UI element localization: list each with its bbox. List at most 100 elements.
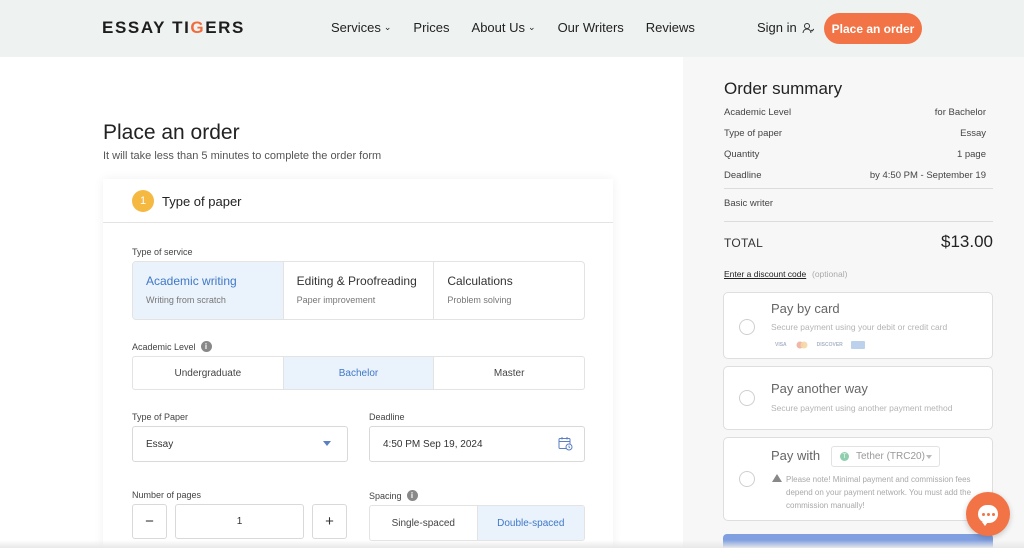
warning-icon <box>772 474 782 482</box>
site-header: ESSAY TIGERS Services ⌄ Prices About Us ⌄ … <box>0 0 1024 57</box>
caret-down-icon <box>926 455 932 459</box>
summary-writer-label: Basic writer <box>724 198 774 209</box>
type-of-paper-select[interactable]: Essay <box>132 426 348 462</box>
summary-row: Deadline by 4:50 PM - September 19 <box>724 170 986 181</box>
page-title: Place an order <box>103 121 240 144</box>
pay-another-way-option[interactable]: Pay another way Secure payment using ano… <box>723 366 993 430</box>
summary-row-value: 1 page <box>956 149 986 160</box>
pay-by-card-title: Pay by card <box>771 301 840 316</box>
discount-optional-note: (optional) <box>812 269 848 279</box>
pages-decrement-button[interactable]: − <box>132 504 167 539</box>
service-academic-writing[interactable]: Academic writing Writing from scratch <box>133 262 284 319</box>
spacing-label-text: Spacing <box>369 490 402 501</box>
spacing-selector: Single-spaced Double-spaced <box>369 505 585 541</box>
level-bachelor[interactable]: Bachelor <box>283 357 435 389</box>
service-title: Calculations <box>447 274 513 288</box>
step-title: Type of paper <box>162 194 242 209</box>
deadline-value: 4:50 PM Sep 19, 2024 <box>383 438 483 450</box>
pay-with-crypto-radio[interactable] <box>739 471 755 487</box>
pay-another-way-subtitle: Secure payment using another payment met… <box>771 403 953 413</box>
pay-by-card-subtitle: Secure payment using your debit or credi… <box>771 322 948 332</box>
page-subtitle: It will take less than 5 minutes to comp… <box>103 150 382 162</box>
pay-another-way-radio[interactable] <box>739 390 755 406</box>
type-of-service-label: Type of service <box>132 247 193 257</box>
nav-about-label: About Us <box>471 20 526 35</box>
spacing-label: Spacing i <box>369 490 418 501</box>
logo-text-1: ESSAY TI <box>102 18 191 37</box>
nav-services[interactable]: Services ⌄ <box>331 20 391 35</box>
info-icon[interactable]: i <box>406 490 418 501</box>
service-type-selector: Academic writing Writing from scratch Ed… <box>132 261 585 320</box>
pages-increment-button[interactable]: + <box>312 504 347 539</box>
summary-row-label: Type of paper <box>724 128 783 139</box>
discount-code-link[interactable]: Enter a discount code <box>724 269 806 279</box>
academic-level-label: Academic Level i <box>132 341 212 352</box>
pages-label: Number of pages <box>132 490 202 500</box>
step-header: 1 Type of paper <box>103 179 613 223</box>
card-logos: VISA DISCOVER <box>775 341 865 349</box>
service-calculations[interactable]: Calculations Problem solving <box>434 262 584 319</box>
nav-about-us[interactable]: About Us ⌄ <box>472 20 536 35</box>
pay-another-way-title: Pay another way <box>771 381 868 396</box>
level-master[interactable]: Master <box>434 357 584 389</box>
service-subtitle: Paper improvement <box>296 295 376 305</box>
tether-icon: T <box>840 452 849 461</box>
discover-icon: DISCOVER <box>816 342 843 348</box>
main-nav: Services ⌄ Prices About Us ⌄ Our Writers R… <box>331 20 717 35</box>
summary-row: Academic Level for Bachelor <box>724 107 986 118</box>
summary-row-value: for Bachelor <box>934 107 986 118</box>
bottom-fade <box>0 540 1024 548</box>
deadline-picker[interactable]: 4:50 PM Sep 19, 2024 <box>369 426 585 462</box>
chevron-down-icon: ⌄ <box>383 22 392 32</box>
service-editing-proofreading[interactable]: Editing & Proofreading Paper improvement <box>284 262 435 319</box>
place-order-button[interactable]: Place an order <box>824 13 922 44</box>
calendar-icon[interactable] <box>558 436 573 451</box>
service-subtitle: Problem solving <box>447 295 512 305</box>
mastercard-icon <box>796 341 808 349</box>
order-form-card: 1 Type of paper Type of service Academic… <box>103 179 613 548</box>
total-label: TOTAL <box>724 236 764 250</box>
academic-level-label-text: Academic Level <box>132 341 196 352</box>
visa-icon: VISA <box>775 342 787 348</box>
user-icon <box>802 22 814 33</box>
caret-down-icon <box>323 441 331 446</box>
chevron-down-icon: ⌄ <box>528 22 536 32</box>
logo-text-accent: G <box>190 18 206 37</box>
chat-launcher-button[interactable] <box>966 492 1010 536</box>
nav-our-writers[interactable]: Our Writers <box>558 20 624 35</box>
nav-reviews-label: Reviews <box>645 20 695 35</box>
pay-with-crypto-option[interactable]: Pay with T Tether (TRC20) Please note! M… <box>723 437 993 521</box>
nav-reviews[interactable]: Reviews <box>646 20 695 35</box>
pay-by-card-option[interactable]: Pay by card Secure payment using your de… <box>723 292 993 359</box>
nav-prices[interactable]: Prices <box>413 20 449 35</box>
order-summary-title: Order summary <box>724 79 843 98</box>
summary-writer: Basic writer <box>724 198 986 209</box>
sign-in-link[interactable]: Sign in <box>757 20 814 35</box>
summary-row: Type of paper Essay <box>724 128 986 139</box>
summary-row-label: Deadline <box>724 170 762 181</box>
nav-services-label: Services <box>331 20 381 35</box>
summary-row-value: by 4:50 PM - September 19 <box>869 170 986 181</box>
sign-in-label: Sign in <box>757 20 797 35</box>
chat-icon <box>978 505 998 526</box>
level-undergraduate[interactable]: Undergraduate <box>133 357 284 389</box>
logo-text-2: ERS <box>205 18 245 37</box>
spacing-double[interactable]: Double-spaced <box>477 506 584 540</box>
nav-writers-label: Our Writers <box>557 20 624 35</box>
type-of-paper-label: Type of Paper <box>132 412 189 422</box>
academic-level-selector: Undergraduate Bachelor Master <box>132 356 585 390</box>
info-icon[interactable]: i <box>200 341 212 352</box>
divider <box>724 221 993 222</box>
service-subtitle: Writing from scratch <box>146 295 226 305</box>
pages-value: 1 <box>236 516 243 527</box>
divider <box>724 188 993 189</box>
spacing-single[interactable]: Single-spaced <box>370 506 478 540</box>
pages-input[interactable]: 1 <box>175 504 304 539</box>
service-title: Editing & Proofreading <box>296 274 417 288</box>
crypto-currency-select[interactable]: T Tether (TRC20) <box>831 446 940 467</box>
total-value: $13.00 <box>941 232 993 251</box>
deadline-label: Deadline <box>369 412 405 422</box>
pay-by-card-radio[interactable] <box>739 319 755 335</box>
site-logo[interactable]: ESSAY TIGERS <box>102 18 245 38</box>
step-number-badge: 1 <box>132 190 154 212</box>
